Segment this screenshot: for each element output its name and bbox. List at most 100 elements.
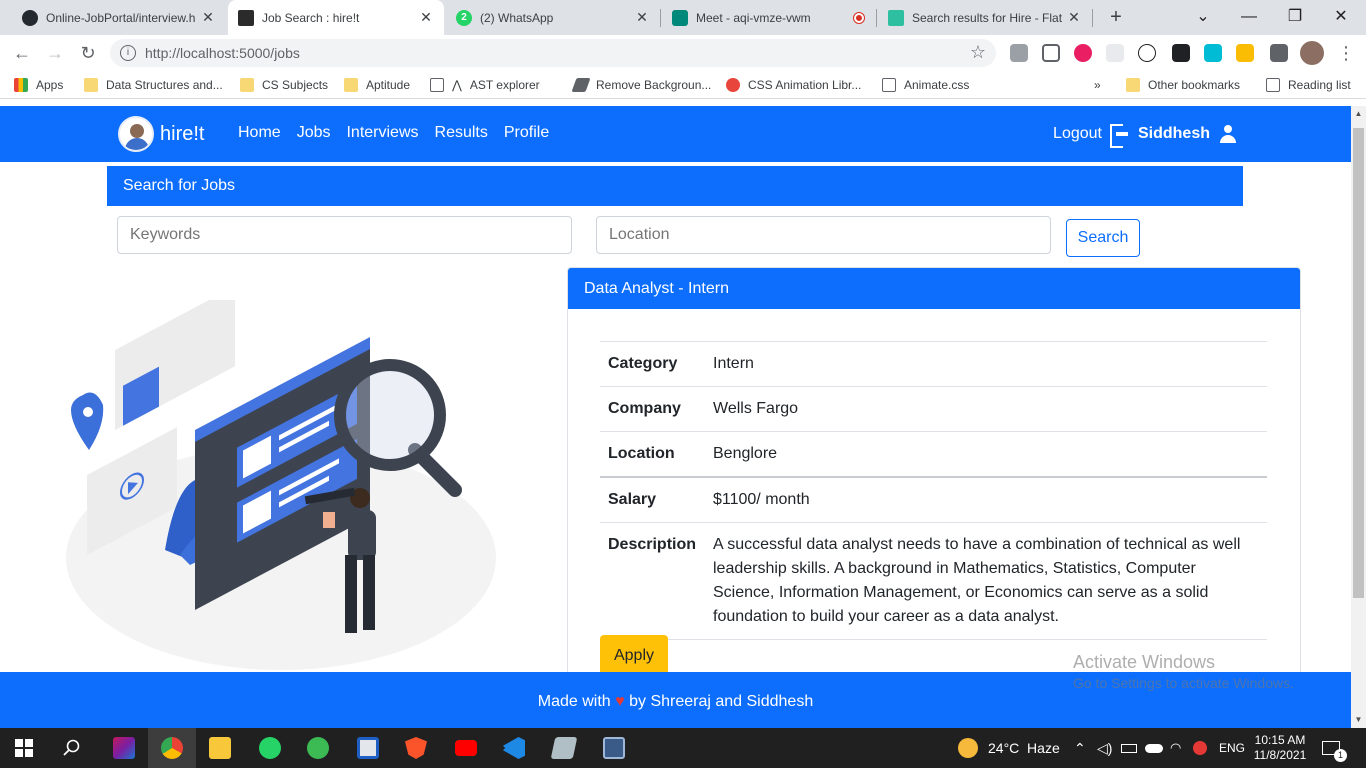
table-row: Salary $1100/ month <box>600 477 1267 523</box>
nav-interviews[interactable]: Interviews <box>346 124 418 142</box>
reading-list[interactable]: Reading list <box>1266 77 1351 93</box>
footer-text-before: Made with <box>537 693 611 710</box>
bookmark-cs-subjects[interactable]: CS Subjects <box>240 77 328 93</box>
job-title: Data Analyst - Intern <box>568 268 1300 309</box>
back-button[interactable]: ← <box>10 41 34 65</box>
search-icon[interactable] <box>48 728 96 768</box>
color-picker-extension-icon[interactable] <box>1074 44 1092 62</box>
close-icon[interactable]: ✕ <box>200 9 216 26</box>
reload-button[interactable]: ↻ <box>76 41 100 65</box>
tab-github[interactable]: Online-JobPortal/interview.h ✕ <box>12 0 226 35</box>
font-extension-icon[interactable] <box>1138 44 1156 62</box>
close-window-button[interactable]: ✕ <box>1318 0 1364 35</box>
user-icon[interactable] <box>1220 125 1236 143</box>
tab-separator <box>1092 9 1093 27</box>
bookmark-remove-background[interactable]: Remove Backgroun... <box>571 77 711 93</box>
profile-avatar[interactable] <box>1300 41 1324 65</box>
scrollbar-thumb[interactable] <box>1353 128 1364 598</box>
screen-capture-extension-icon[interactable] <box>1204 44 1222 62</box>
table-row: Description A successful data analyst ne… <box>600 522 1267 640</box>
highlighter-extension-icon[interactable] <box>1236 44 1254 62</box>
notification-center-icon[interactable]: 1 <box>1322 728 1347 768</box>
move-extension-icon[interactable] <box>1042 44 1060 62</box>
bookmark-data-structures[interactable]: Data Structures and... <box>84 77 223 93</box>
nav-user-area: Logout Siddhesh <box>1053 124 1236 148</box>
folder-icon <box>240 78 254 92</box>
bookmark-css-animation[interactable]: CSS Animation Libr... <box>726 77 861 93</box>
scroll-down-arrow-icon[interactable]: ▼ <box>1351 712 1366 728</box>
youtube-icon[interactable] <box>442 728 490 768</box>
username[interactable]: Siddhesh <box>1138 125 1210 143</box>
terminal-taskbar-icon[interactable] <box>590 728 638 768</box>
whatsapp-taskbar-icon[interactable] <box>246 728 294 768</box>
bookmark-star-icon[interactable]: ☆ <box>970 42 986 63</box>
nav-profile[interactable]: Profile <box>504 124 549 142</box>
bookmark-animate-css[interactable]: Animate.css <box>882 77 969 93</box>
location-input[interactable] <box>596 216 1051 254</box>
nav-home[interactable]: Home <box>238 124 281 142</box>
bookmark-aptitude[interactable]: Aptitude <box>344 77 410 93</box>
file-explorer-icon[interactable] <box>196 728 244 768</box>
detail-value: A successful data analyst needs to have … <box>705 522 1267 640</box>
ms-store-icon[interactable] <box>344 728 392 768</box>
notification-count: 1 <box>1334 749 1347 762</box>
fast-forward-extension-icon[interactable] <box>1172 44 1190 62</box>
url-text[interactable]: http://localhost:5000/jobs <box>145 45 300 61</box>
language-indicator[interactable]: ENG <box>1219 728 1245 768</box>
watermark-title: Activate Windows <box>1073 652 1216 672</box>
bookmarks-overflow[interactable]: » <box>1094 77 1101 93</box>
windows-start-icon[interactable] <box>0 728 48 768</box>
detail-key: Category <box>600 341 705 387</box>
site-info-icon[interactable]: i <box>120 45 136 61</box>
close-icon[interactable]: ✕ <box>634 9 650 26</box>
camera-extension-icon[interactable] <box>1010 44 1028 62</box>
tab-job-search[interactable]: Job Search : hire!t ✕ <box>228 0 444 35</box>
nav-jobs[interactable]: Jobs <box>297 124 331 142</box>
git-client-icon[interactable] <box>294 728 342 768</box>
bookmark-other[interactable]: Other bookmarks <box>1126 77 1240 93</box>
weather-widget[interactable]: 24°C Haze <box>958 728 1060 768</box>
maximize-button[interactable]: ❐ <box>1272 0 1318 35</box>
brave-icon[interactable] <box>392 728 440 768</box>
tab-whatsapp[interactable]: 2 (2) WhatsApp ✕ <box>446 0 660 35</box>
browser-menu-icon[interactable]: ⋮ <box>1334 41 1358 65</box>
network-error-icon[interactable] <box>1193 728 1207 768</box>
page-scrollbar[interactable]: ▲ ▼ <box>1351 106 1366 728</box>
nav-results[interactable]: Results <box>435 124 488 142</box>
battery-icon[interactable] <box>1121 728 1137 768</box>
keywords-input[interactable] <box>117 216 572 254</box>
tab-meet[interactable]: Meet - aqi-vmze-vwm <box>662 0 876 35</box>
address-bar[interactable]: i http://localhost:5000/jobs ☆ <box>110 39 996 67</box>
close-icon[interactable]: ✕ <box>418 9 434 26</box>
brand[interactable]: hire!t <box>118 116 204 152</box>
onedrive-icon[interactable] <box>1145 728 1163 768</box>
show-hidden-icons[interactable]: ⌃ <box>1074 728 1086 768</box>
new-tab-button[interactable]: + <box>1104 5 1128 29</box>
bookmark-ast-explorer[interactable]: ⋀ AST explorer <box>430 77 540 93</box>
volume-icon[interactable]: ◁) <box>1097 728 1112 768</box>
notepad-icon[interactable] <box>540 728 588 768</box>
logout-link[interactable]: Logout <box>1053 125 1102 143</box>
logout-icon[interactable] <box>1109 124 1128 148</box>
blank-extension-icon[interactable] <box>1106 44 1124 62</box>
forward-button[interactable]: → <box>43 41 67 65</box>
search-button[interactable]: Search <box>1066 219 1140 257</box>
browser-toolbar: ← → ↻ i http://localhost:5000/jobs ☆ ⋮ <box>0 35 1366 71</box>
app-navbar: hire!t Home Jobs Interviews Results Prof… <box>0 106 1351 162</box>
tab-flaticon[interactable]: Search results for Hire - Flat ✕ <box>878 0 1092 35</box>
chrome-icon[interactable] <box>148 728 196 768</box>
close-icon[interactable]: ✕ <box>1066 9 1082 26</box>
winrar-icon[interactable] <box>100 728 148 768</box>
wifi-icon[interactable]: ◠ <box>1170 728 1181 768</box>
github-icon <box>22 9 38 26</box>
clock[interactable]: 10:15 AM 11/8/2021 <box>1250 728 1310 768</box>
scroll-up-arrow-icon[interactable]: ▲ <box>1351 106 1366 122</box>
tab-search-button[interactable]: ⌄ <box>1180 0 1226 35</box>
globe-icon <box>882 78 896 92</box>
apply-button[interactable]: Apply <box>600 635 668 677</box>
minimize-button[interactable]: — <box>1226 0 1272 35</box>
vscode-icon[interactable] <box>490 728 538 768</box>
extensions-puzzle-icon[interactable] <box>1270 44 1288 62</box>
bookmark-apps[interactable]: Apps <box>14 77 63 93</box>
tab-separator <box>876 9 877 27</box>
